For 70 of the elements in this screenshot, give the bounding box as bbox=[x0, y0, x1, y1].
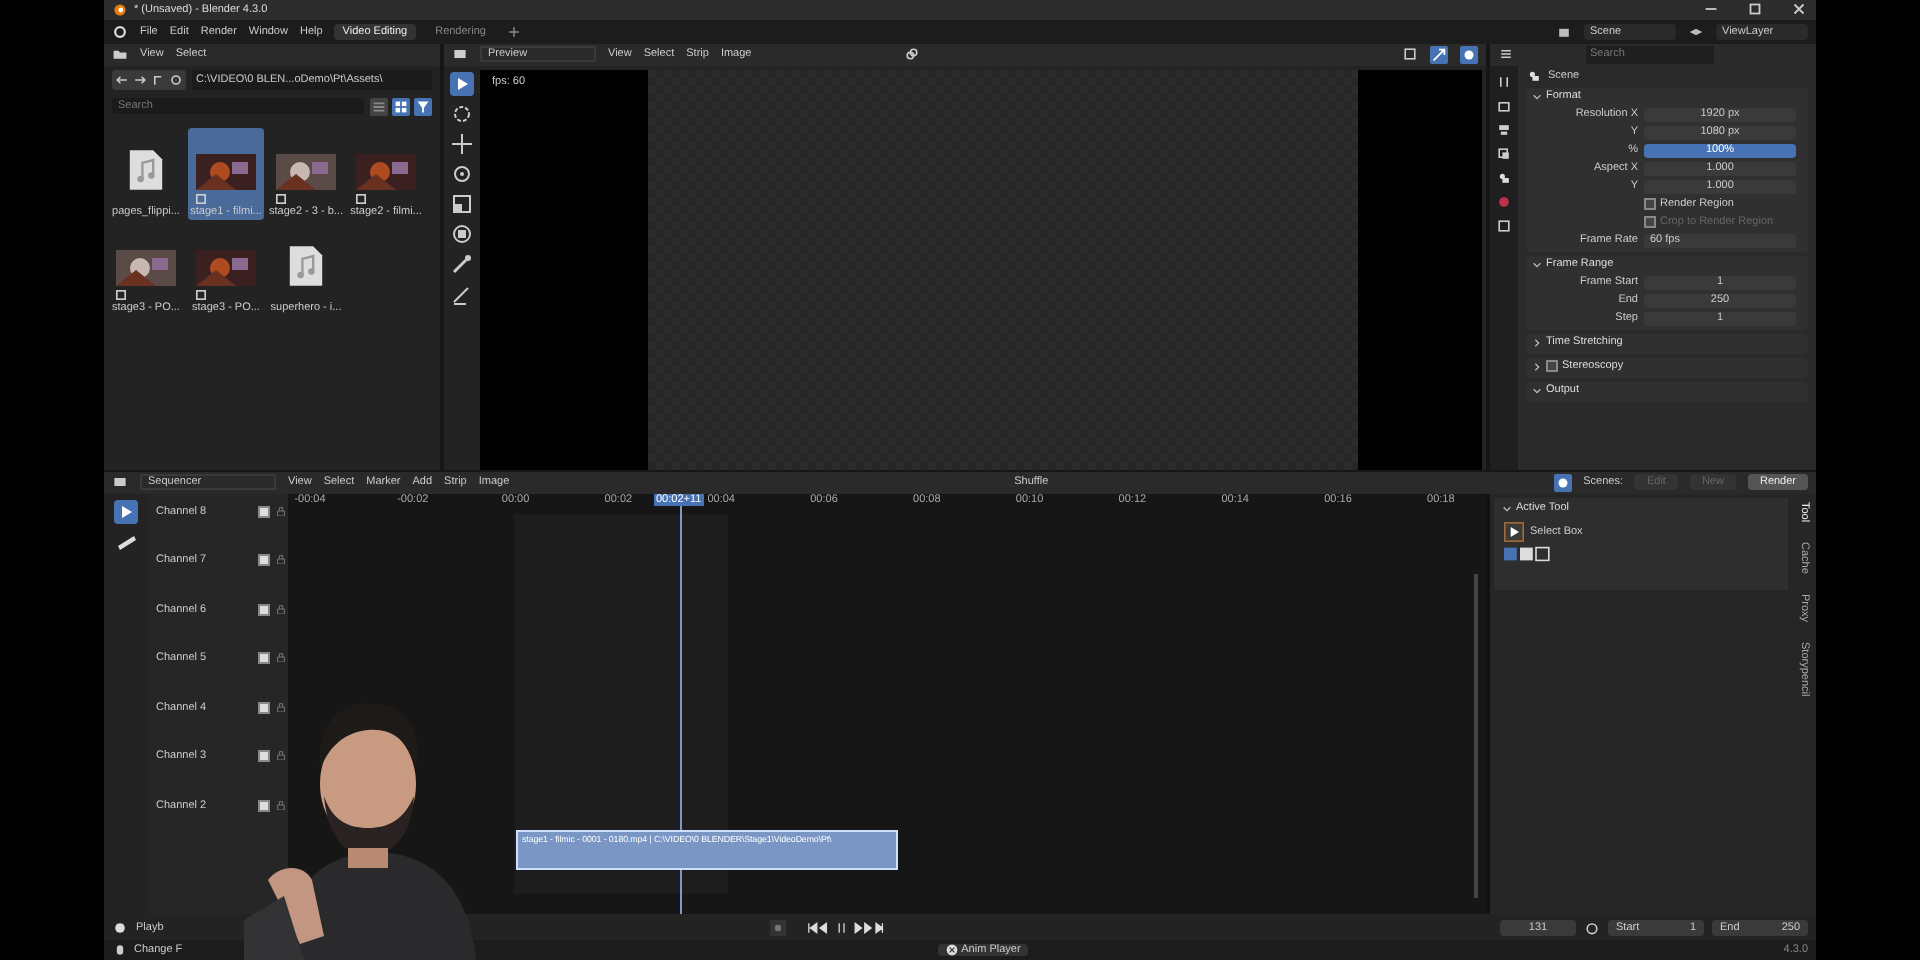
film-icon bbox=[196, 193, 206, 204]
world-tab-icon[interactable] bbox=[1496, 193, 1512, 210]
properties-icon[interactable] bbox=[1498, 46, 1514, 63]
clock-icon[interactable] bbox=[112, 919, 128, 936]
add-workspace-icon[interactable] bbox=[505, 23, 522, 40]
grid-view-icon[interactable] bbox=[392, 97, 410, 116]
close-icon[interactable] bbox=[1790, 0, 1808, 19]
chevron-icon bbox=[1502, 503, 1512, 514]
close-icon[interactable] bbox=[945, 944, 958, 956]
overlay-icon[interactable] bbox=[1430, 45, 1448, 64]
gizmo-icon[interactable] bbox=[1402, 46, 1418, 63]
select-tool-icon[interactable] bbox=[114, 499, 138, 524]
scene-icon bbox=[1526, 68, 1542, 85]
cursor-tool-icon[interactable] bbox=[450, 101, 474, 126]
output-tab-icon[interactable] bbox=[1496, 121, 1512, 138]
chevron-icon bbox=[1532, 337, 1542, 348]
display-icon[interactable] bbox=[1460, 45, 1478, 64]
film-icon bbox=[116, 289, 126, 300]
lock-icon[interactable] bbox=[276, 505, 286, 516]
chevron-icon bbox=[1532, 91, 1542, 102]
layers-icon[interactable] bbox=[1688, 23, 1704, 40]
mute-checkbox[interactable] bbox=[258, 701, 270, 714]
chevron-icon bbox=[1532, 361, 1542, 372]
maximize-icon[interactable] bbox=[1746, 0, 1764, 19]
lock-icon[interactable] bbox=[276, 800, 286, 811]
navigation-buttons[interactable] bbox=[112, 69, 186, 90]
mute-checkbox[interactable] bbox=[258, 554, 270, 567]
list-view-icon[interactable] bbox=[370, 97, 388, 116]
music-file-icon bbox=[288, 243, 324, 288]
chevron-icon bbox=[1532, 385, 1542, 396]
film-icon bbox=[276, 193, 286, 204]
mouse-icon bbox=[112, 942, 128, 958]
view-layer-tab-icon[interactable] bbox=[1496, 145, 1512, 162]
stopwatch-icon[interactable] bbox=[1584, 919, 1601, 936]
select-box-icon bbox=[1504, 521, 1524, 542]
collection-tab-icon[interactable] bbox=[1496, 217, 1512, 234]
lock-icon[interactable] bbox=[276, 701, 286, 712]
mute-checkbox[interactable] bbox=[258, 505, 270, 518]
mute-checkbox[interactable] bbox=[258, 652, 270, 665]
chevron-icon bbox=[1532, 259, 1542, 270]
scene-tab-icon[interactable] bbox=[1496, 169, 1512, 186]
overlay-icon[interactable] bbox=[1553, 473, 1572, 492]
music-file-icon bbox=[128, 147, 164, 192]
scene-icon[interactable] bbox=[1556, 23, 1572, 40]
select-tool-icon[interactable] bbox=[450, 71, 474, 96]
folder-icon[interactable] bbox=[112, 46, 128, 63]
render-tab-icon[interactable] bbox=[1496, 97, 1512, 114]
lock-icon[interactable] bbox=[276, 652, 286, 663]
lock-icon[interactable] bbox=[276, 554, 286, 565]
link-icon[interactable] bbox=[903, 46, 920, 63]
lock-icon[interactable] bbox=[276, 750, 286, 761]
lock-icon[interactable] bbox=[276, 603, 286, 614]
eyedropper-tool-icon[interactable] bbox=[450, 251, 474, 276]
move-tool-icon[interactable] bbox=[450, 131, 474, 156]
film-icon bbox=[196, 289, 206, 300]
film-icon bbox=[356, 193, 366, 204]
mute-checkbox[interactable] bbox=[258, 800, 270, 813]
rotate-tool-icon[interactable] bbox=[450, 161, 474, 186]
filter-icon[interactable] bbox=[414, 97, 432, 116]
record-icon[interactable] bbox=[769, 919, 786, 936]
scale-tool-icon[interactable] bbox=[450, 191, 474, 216]
checkbox[interactable] bbox=[1546, 360, 1558, 373]
mute-checkbox[interactable] bbox=[258, 750, 270, 763]
blender-menu-icon[interactable] bbox=[112, 23, 128, 40]
annotate-tool-icon[interactable] bbox=[450, 281, 474, 306]
selection-mode-icons[interactable] bbox=[1504, 545, 1552, 562]
blender-logo-icon bbox=[112, 1, 128, 18]
transform-tool-icon[interactable] bbox=[450, 221, 474, 246]
mute-checkbox[interactable] bbox=[258, 603, 270, 616]
tool-tab-icon[interactable] bbox=[1496, 73, 1512, 90]
